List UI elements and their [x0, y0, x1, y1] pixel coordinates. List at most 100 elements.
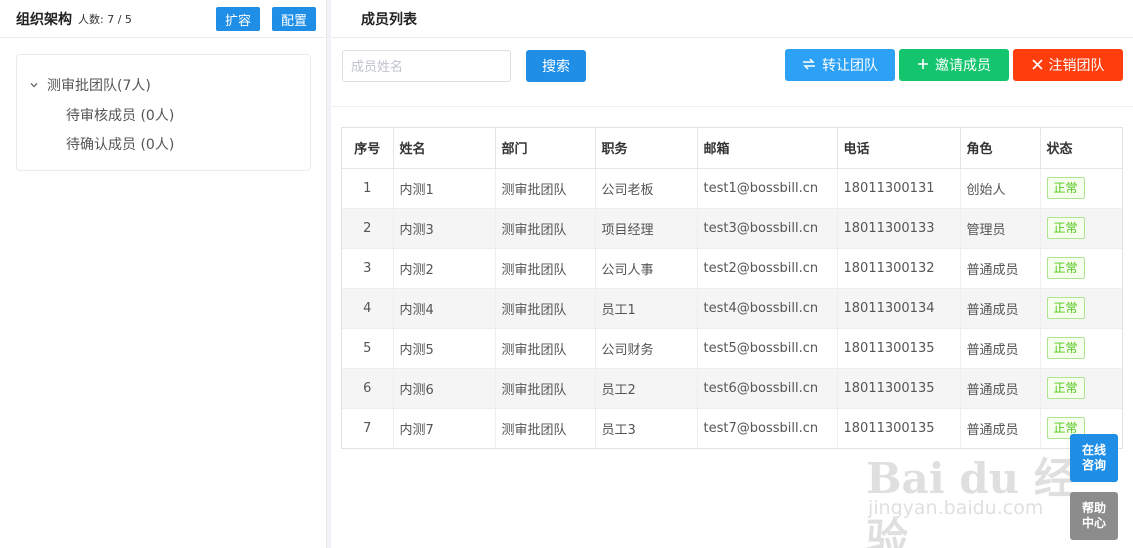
- tree-node-pending-confirm-label: 待确认成员 (0人): [66, 137, 175, 153]
- cell-index: 2: [342, 208, 394, 249]
- cell-email: test4@bossbill.cn: [697, 288, 838, 329]
- cell-department: 测审批团队: [495, 168, 596, 209]
- cell-role: 创始人: [960, 168, 1041, 209]
- cell-index: 1: [342, 168, 394, 209]
- cell-phone: 18011300133: [837, 208, 961, 249]
- cell-position: 员工1: [595, 288, 698, 329]
- cell-position: 公司人事: [595, 248, 698, 289]
- cell-status: 正常: [1040, 328, 1122, 369]
- cell-email: test5@bossbill.cn: [697, 328, 838, 369]
- cell-status: 正常: [1040, 288, 1122, 329]
- cell-position: 员工3: [595, 408, 698, 448]
- cell-index: 5: [342, 328, 394, 369]
- member-name-search-input[interactable]: [342, 50, 511, 82]
- member-table: 序号 姓名 部门 职务 邮箱 电话 角色 状态 1 内测1 测审批团队 公司老板…: [341, 127, 1123, 449]
- cell-phone: 18011300135: [837, 328, 961, 369]
- plus-icon: [917, 57, 929, 73]
- cell-role: 普通成员: [960, 248, 1041, 289]
- help-center-button[interactable]: 帮助 中心: [1070, 492, 1118, 540]
- cell-position: 公司财务: [595, 328, 698, 369]
- member-list-title: 成员列表: [331, 0, 1133, 38]
- swap-arrows-icon: [802, 57, 816, 73]
- close-icon: [1031, 57, 1043, 73]
- table-row[interactable]: 4 内测4 测审批团队 员工1 test4@bossbill.cn 180113…: [342, 288, 1122, 329]
- org-structure-panel: 组织架构 人数: 7 / 5 扩容 配置 测审批团队(7人) 待审核成员 (0人…: [0, 0, 327, 548]
- cell-role: 普通成员: [960, 368, 1041, 409]
- table-row[interactable]: 6 内测6 测审批团队 员工2 test6@bossbill.cn 180113…: [342, 368, 1122, 409]
- cell-role: 普通成员: [960, 328, 1041, 369]
- status-badge: 正常: [1046, 337, 1085, 359]
- column-header-phone: 电话: [837, 128, 961, 169]
- cell-department: 测审批团队: [495, 328, 596, 369]
- tree-node-pending-review-label: 待审核成员 (0人): [66, 108, 175, 124]
- cancel-team-label: 注销团队: [1048, 57, 1105, 73]
- cell-email: test7@bossbill.cn: [697, 408, 838, 448]
- table-row[interactable]: 3 内测2 测审批团队 公司人事 test2@bossbill.cn 18011…: [342, 248, 1122, 289]
- cell-status: 正常: [1040, 208, 1122, 249]
- cell-phone: 18011300132: [837, 248, 961, 289]
- status-badge: 正常: [1046, 217, 1085, 239]
- cell-role: 普通成员: [960, 288, 1041, 329]
- column-header-email: 邮箱: [697, 128, 838, 169]
- cell-name: 内测5: [393, 328, 496, 369]
- cell-department: 测审批团队: [495, 368, 596, 409]
- status-badge: 正常: [1046, 177, 1085, 199]
- cell-index: 4: [342, 288, 394, 329]
- column-header-role: 角色: [960, 128, 1041, 169]
- cell-status: 正常: [1040, 248, 1122, 289]
- cell-status: 正常: [1040, 368, 1122, 409]
- tree-node-pending-review[interactable]: 待审核成员 (0人): [66, 105, 174, 125]
- cell-phone: 18011300134: [837, 288, 961, 329]
- cell-position: 公司老板: [595, 168, 698, 209]
- tree-node-pending-confirm[interactable]: 待确认成员 (0人): [66, 134, 174, 154]
- tree-node-team[interactable]: 测审批团队(7人): [29, 75, 151, 95]
- tree-node-team-label: 测审批团队(7人): [47, 78, 151, 94]
- org-tree: 测审批团队(7人) 待审核成员 (0人) 待确认成员 (0人): [16, 54, 311, 171]
- column-header-position: 职务: [595, 128, 698, 169]
- org-structure-title: 组织架构: [16, 11, 72, 28]
- cell-role: 普通成员: [960, 408, 1041, 448]
- toolbar-divider: [331, 106, 1133, 107]
- cell-role: 管理员: [960, 208, 1041, 249]
- cell-department: 测审批团队: [495, 288, 596, 329]
- cell-department: 测审批团队: [495, 208, 596, 249]
- cell-index: 3: [342, 248, 394, 289]
- column-header-department: 部门: [495, 128, 596, 169]
- column-header-index: 序号: [342, 128, 394, 169]
- cell-name: 内测6: [393, 368, 496, 409]
- cell-email: test1@bossbill.cn: [697, 168, 838, 209]
- table-row[interactable]: 7 内测7 测审批团队 员工3 test7@bossbill.cn 180113…: [342, 408, 1122, 448]
- cell-phone: 18011300131: [837, 168, 961, 209]
- cell-name: 内测7: [393, 408, 496, 448]
- search-button[interactable]: 搜索: [526, 50, 586, 82]
- cell-phone: 18011300135: [837, 368, 961, 409]
- cell-index: 7: [342, 408, 394, 448]
- cell-phone: 18011300135: [837, 408, 961, 448]
- column-header-status: 状态: [1040, 128, 1122, 169]
- cell-position: 员工2: [595, 368, 698, 409]
- config-button[interactable]: 配置: [272, 7, 316, 31]
- chevron-down-icon[interactable]: [29, 80, 39, 90]
- transfer-team-button[interactable]: 转让团队: [785, 49, 895, 81]
- table-row[interactable]: 1 内测1 测审批团队 公司老板 test1@bossbill.cn 18011…: [342, 168, 1122, 209]
- status-badge: 正常: [1046, 257, 1085, 279]
- invite-member-button[interactable]: 邀请成员: [899, 49, 1009, 81]
- expand-button[interactable]: 扩容: [216, 7, 260, 31]
- cell-department: 测审批团队: [495, 408, 596, 448]
- cell-email: test6@bossbill.cn: [697, 368, 838, 409]
- cell-status: 正常: [1040, 168, 1122, 209]
- cell-index: 6: [342, 368, 394, 409]
- table-header-row: 序号 姓名 部门 职务 邮箱 电话 角色 状态: [342, 128, 1122, 169]
- cell-name: 内测4: [393, 288, 496, 329]
- table-row[interactable]: 5 内测5 测审批团队 公司财务 test5@bossbill.cn 18011…: [342, 328, 1122, 369]
- online-consult-button[interactable]: 在线 咨询: [1070, 434, 1118, 482]
- member-list-panel: 成员列表 搜索 转让团队 邀请成员 注销团队: [331, 0, 1133, 548]
- cell-name: 内测1: [393, 168, 496, 209]
- member-count: 人数: 7 / 5: [78, 13, 132, 26]
- cell-department: 测审批团队: [495, 248, 596, 289]
- cancel-team-button[interactable]: 注销团队: [1013, 49, 1123, 81]
- transfer-team-label: 转让团队: [822, 57, 878, 73]
- status-badge: 正常: [1046, 377, 1085, 399]
- cell-position: 项目经理: [595, 208, 698, 249]
- table-row[interactable]: 2 内测3 测审批团队 项目经理 test3@bossbill.cn 18011…: [342, 208, 1122, 249]
